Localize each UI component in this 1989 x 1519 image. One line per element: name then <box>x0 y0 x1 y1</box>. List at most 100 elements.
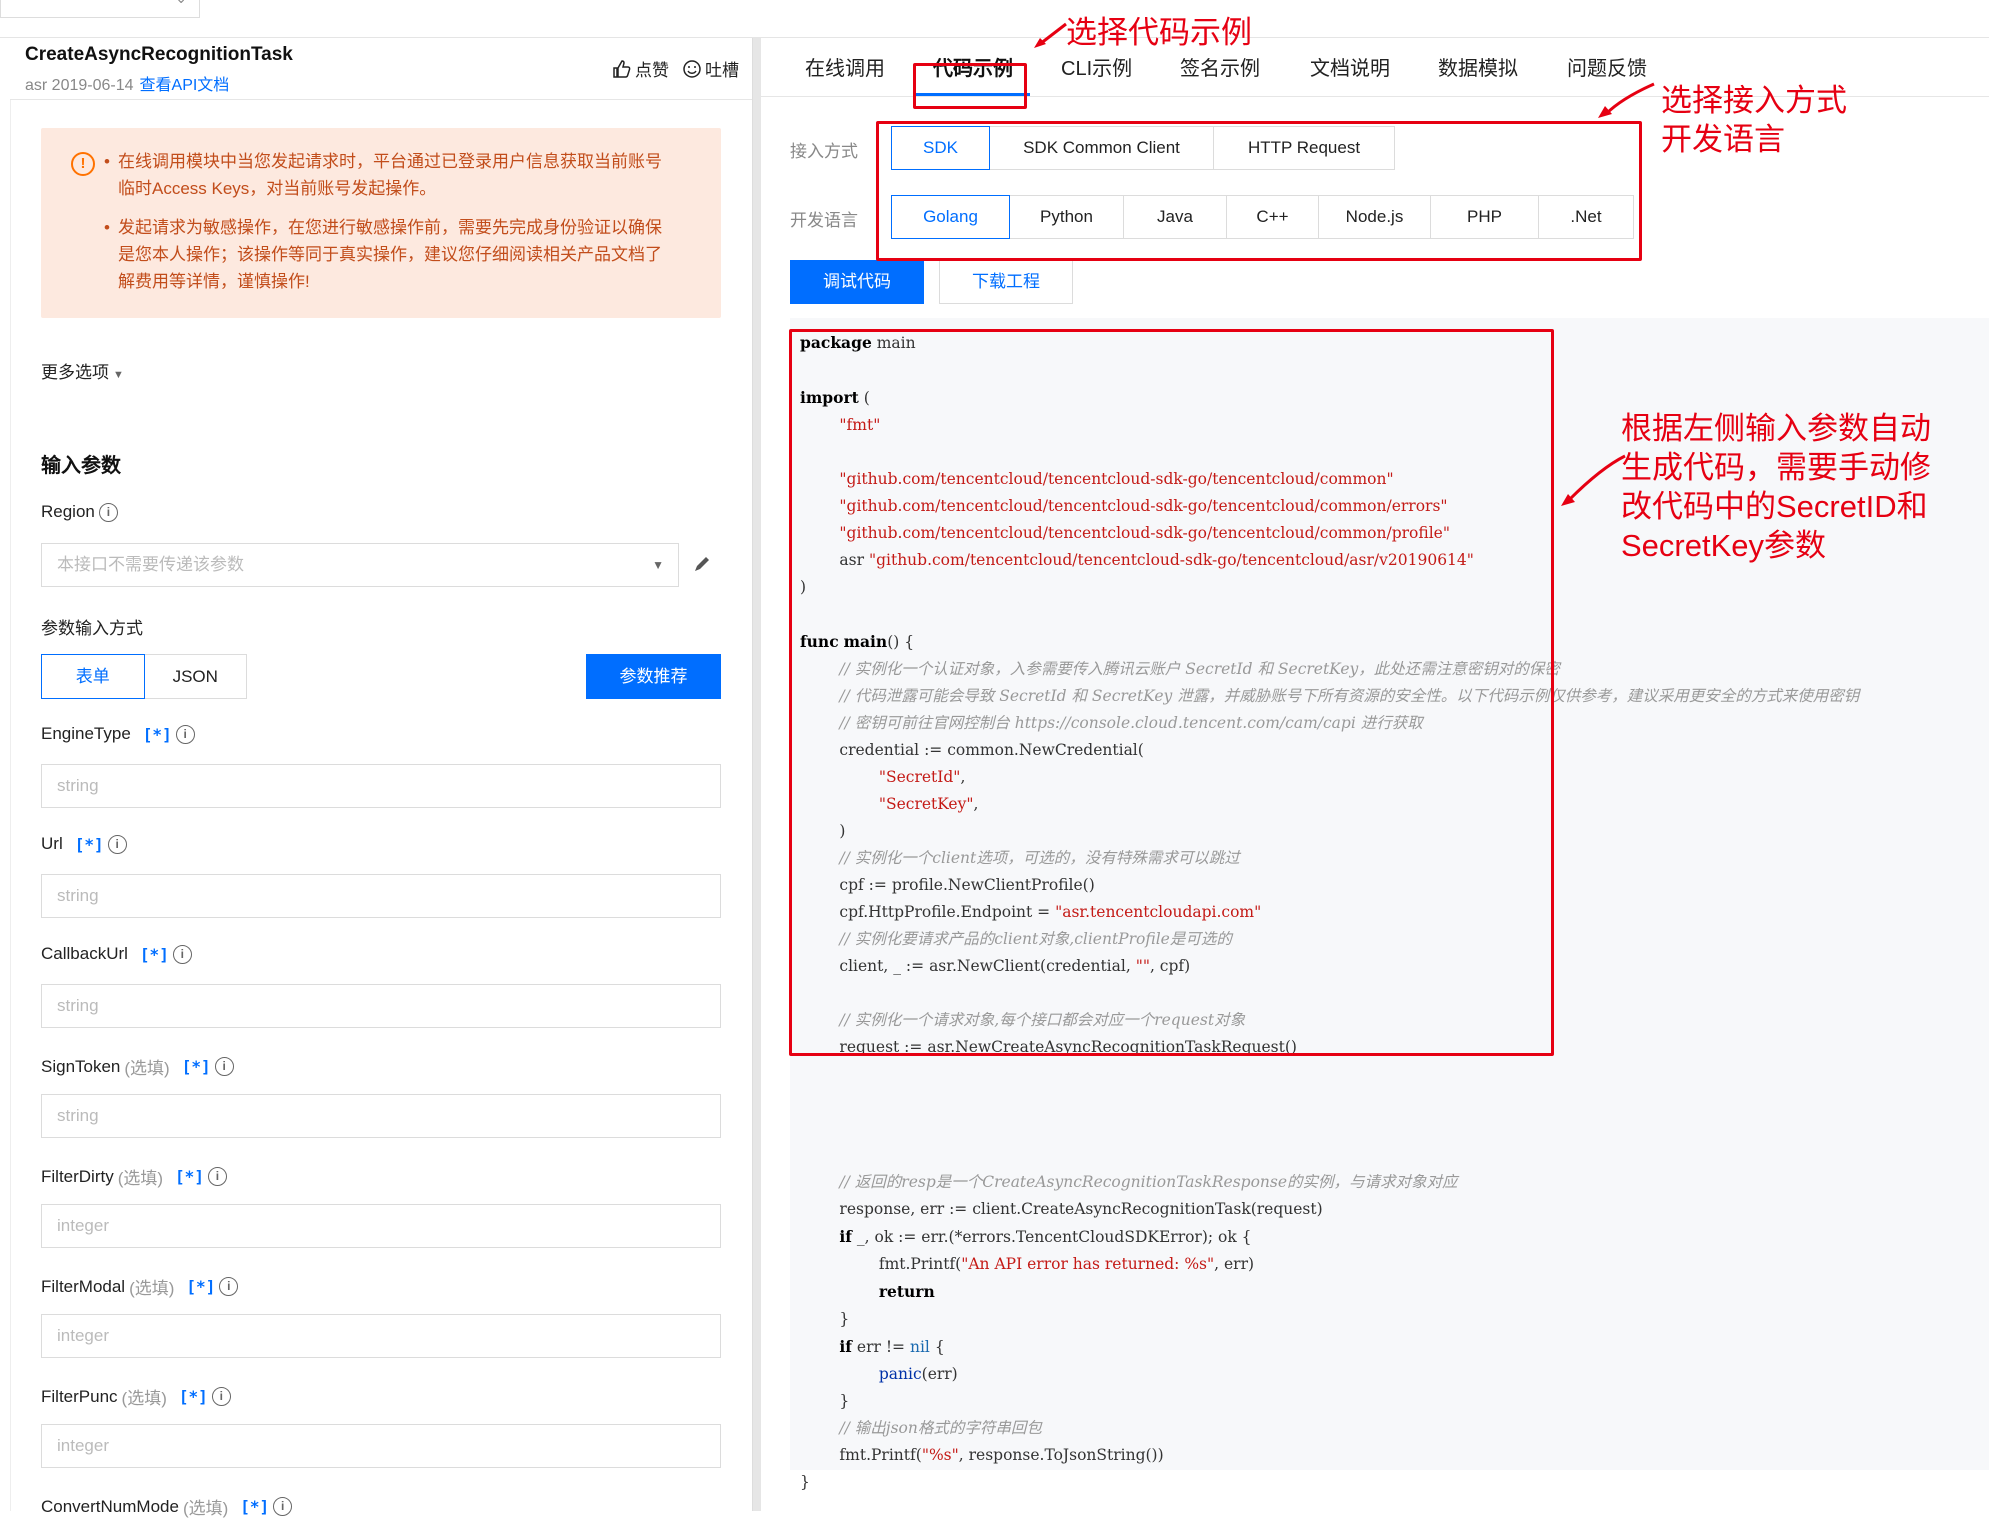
caret-down-icon: ▼ <box>113 369 124 381</box>
info-icon[interactable]: i <box>175 724 195 744</box>
expand-param-icon[interactable]: [*] <box>182 1057 211 1076</box>
field-input[interactable]: integer <box>41 1204 721 1248</box>
code-line: panic(err) <box>878 1365 958 1383</box>
field-label: Url [*] i <box>41 834 127 854</box>
input-params-title: 输入参数 <box>41 455 121 477</box>
thumbs-up-icon <box>613 59 631 78</box>
optional-tag: (选填) <box>117 1169 164 1188</box>
info-icon[interactable]: i <box>214 1057 234 1076</box>
caret-down-icon: ▼ <box>652 558 664 572</box>
left-divider <box>10 100 11 1511</box>
expand-param-icon[interactable]: [*] <box>186 1277 215 1296</box>
code-line: if _, ok := err.(*errors.TencentCloudSDK… <box>839 1227 1252 1246</box>
debug-code-button[interactable]: 调试代码 <box>790 260 924 304</box>
api-version: asr 2019-06-14 <box>25 77 134 94</box>
recommend-params-button[interactable]: 参数推荐 <box>586 654 721 699</box>
annotation-box-options <box>876 121 1642 261</box>
tab-cli-example[interactable]: CLI示例 <box>1061 52 1132 81</box>
expand-param-icon[interactable]: [*] <box>240 1497 269 1516</box>
like-button[interactable]: 点赞 <box>612 56 669 81</box>
feedback-button[interactable]: 吐槽 <box>682 56 739 81</box>
field-name: EngineType <box>41 724 131 743</box>
tab-data-mock[interactable]: 数据模拟 <box>1438 52 1518 81</box>
pencil-icon[interactable] <box>692 553 712 575</box>
code-line: } <box>800 1310 850 1328</box>
annotation-select-example: 选择代码示例 <box>1066 15 1252 50</box>
info-icon[interactable]: i <box>273 1497 293 1516</box>
arrow-icon <box>1598 82 1655 118</box>
annotation-box-code <box>789 329 1554 1056</box>
optional-tag: (选填) <box>129 1279 175 1298</box>
tab-signature-example[interactable]: 签名示例 <box>1180 52 1260 81</box>
chevron-down-icon: ⌄ <box>175 0 187 7</box>
tab-feedback[interactable]: 问题反馈 <box>1567 52 1647 81</box>
mode-tab-json[interactable]: JSON <box>145 655 247 698</box>
tab-online-call[interactable]: 在线调用 <box>805 52 885 81</box>
expand-param-icon[interactable]: [*] <box>179 1387 208 1406</box>
field-input[interactable]: integer <box>41 1424 721 1468</box>
api-name: CreateAsyncRecognitionTask <box>25 44 293 65</box>
code-line: return <box>878 1282 935 1301</box>
code-line: // 返回的resp是一个CreateAsyncRecognitionTaskR… <box>839 1173 1458 1191</box>
info-icon[interactable]: i <box>211 1387 231 1406</box>
field-name: CallbackUrl <box>41 944 128 963</box>
field-input[interactable]: string <box>41 984 721 1028</box>
code-line: fmt.Printf("An API error has returned: %… <box>800 1255 1255 1273</box>
annotation-box-code-tab <box>913 63 1027 109</box>
code-line: if err != nil { <box>839 1337 945 1356</box>
field-name: FilterPunc <box>41 1386 118 1406</box>
field-label: FilterModal (选填) [*] i <box>41 1274 239 1299</box>
field-name: SignToken <box>41 1056 121 1076</box>
expand-param-icon[interactable]: [*] <box>75 835 104 854</box>
expand-param-icon[interactable]: [*] <box>140 945 169 964</box>
api-doc-link[interactable]: 查看API文档 <box>140 77 230 94</box>
more-options-toggle[interactable]: 更多选项 ▼ <box>41 358 124 383</box>
download-project-button[interactable]: 下载工程 <box>939 260 1073 304</box>
info-icon[interactable]: i <box>172 944 192 964</box>
like-label: 点赞 <box>635 61 669 80</box>
language-label: 开发语言 <box>790 211 858 230</box>
info-icon[interactable]: i <box>98 502 118 522</box>
warning-item: 发起请求为敏感操作，在您进行敏感操作前，需要先完成身份验证以确保是您本人操作；该… <box>104 214 678 295</box>
field-name: FilterModal <box>41 1276 126 1296</box>
field-input[interactable]: string <box>41 1094 721 1138</box>
field-name: FilterDirty <box>41 1166 114 1186</box>
feedback-label: 吐槽 <box>705 61 739 80</box>
field-label: EngineType [*] i <box>41 724 195 744</box>
expand-param-icon[interactable]: [*] <box>175 1167 204 1186</box>
field-input[interactable]: string <box>41 874 721 918</box>
top-select[interactable]: ⌄ <box>0 0 200 18</box>
region-select[interactable]: 本接口不需要传递该参数 ▼ <box>41 543 679 587</box>
optional-tag: (选填) <box>124 1059 170 1078</box>
api-meta: asr 2019-06-14 查看API文档 <box>25 71 229 95</box>
info-icon[interactable]: i <box>107 834 127 854</box>
expand-param-icon[interactable]: [*] <box>143 725 172 744</box>
tab-docs[interactable]: 文档说明 <box>1310 52 1390 81</box>
mode-tab-form[interactable]: 表单 <box>41 654 145 699</box>
field-name: ConvertNumMode <box>41 1496 179 1516</box>
annotation-select-access: 选择接入方式 开发语言 <box>1661 83 1847 157</box>
optional-tag: (选填) <box>121 1389 167 1408</box>
field-input[interactable]: integer <box>41 1314 721 1358</box>
field-label: SignToken (选填) [*] i <box>41 1054 234 1079</box>
smiley-icon <box>683 59 701 78</box>
info-icon[interactable]: i <box>207 1167 227 1186</box>
region-label-text: Region <box>41 502 95 521</box>
field-label: FilterDirty (选填) [*] i <box>41 1164 227 1189</box>
code-line: // 输出json格式的字符串回包 <box>839 1419 1042 1437</box>
field-input[interactable]: string <box>41 764 721 808</box>
warning-icon: ! <box>71 152 95 176</box>
region-placeholder: 本接口不需要传递该参数 <box>57 555 244 574</box>
left-scrollbar[interactable] <box>752 38 760 1511</box>
field-name: Url <box>41 834 63 853</box>
field-label: CallbackUrl [*] i <box>41 944 192 964</box>
code-line: fmt.Printf("%s", response.ToJsonString()… <box>800 1446 1164 1464</box>
warning-item: 在线调用模块中当您发起请求时，平台通过已登录用户信息获取当前账号临时Access… <box>104 148 678 202</box>
mode-tabs: 表单 JSON <box>41 654 247 699</box>
top-bar <box>0 0 1989 38</box>
info-icon[interactable]: i <box>219 1277 239 1296</box>
mode-label: 参数输入方式 <box>41 619 143 638</box>
